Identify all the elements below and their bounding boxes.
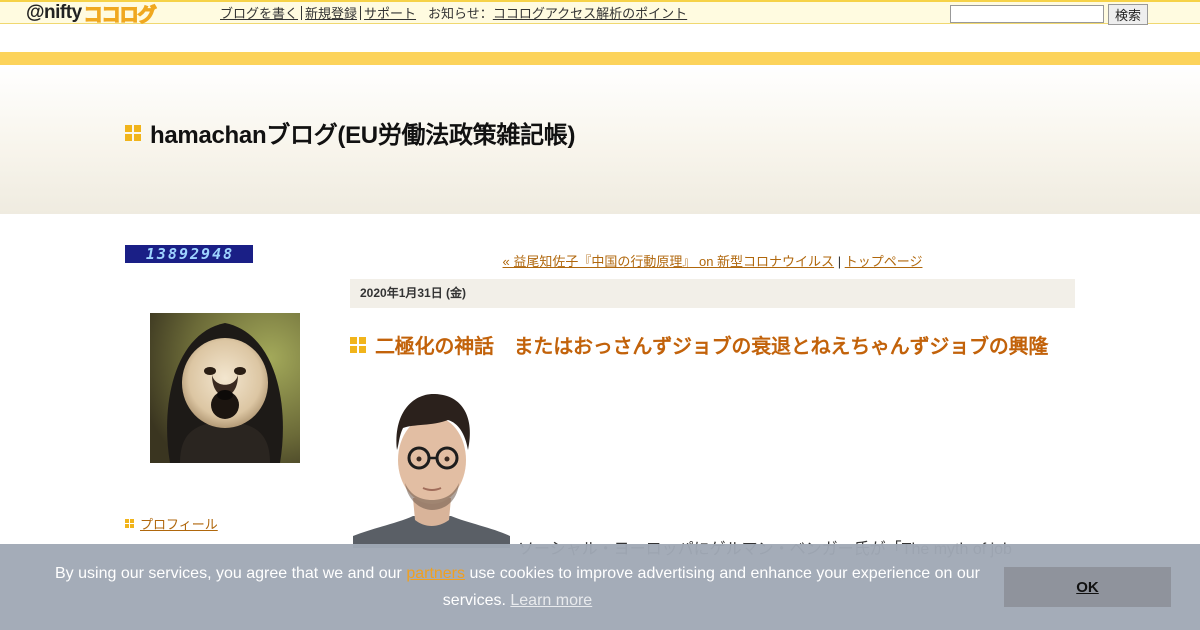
profile-link[interactable]: プロフィール — [140, 514, 218, 533]
search-button[interactable]: 検索 — [1108, 4, 1148, 25]
nav-support[interactable]: サポート — [364, 6, 416, 21]
counter-digit: 8 — [167, 245, 177, 263]
counter-digit: 9 — [201, 245, 211, 263]
cookie-consent-bar: By using our services, you agree that we… — [0, 544, 1200, 630]
nifty-top-bar: @nifty ココログ ブログを書く 新規登録 サポート お知らせ：ココログアクセス解… — [0, 0, 1200, 26]
entry-date: 2020年1月31日 (金) — [350, 279, 1075, 308]
nav-separator — [360, 6, 362, 20]
cookie-ok-button[interactable]: OK — [1004, 567, 1171, 607]
pager-separator: | — [837, 254, 842, 269]
profile-link-row: プロフィール — [125, 514, 218, 533]
counter-digit: 2 — [190, 245, 200, 263]
site-title[interactable]: hamachanブログ(EU労働法政策雑記帳) — [150, 115, 575, 150]
four-squares-icon — [125, 519, 134, 528]
access-counter: 13892948 — [125, 245, 253, 263]
nav-write-blog[interactable]: ブログを書く — [220, 6, 298, 21]
counter-digit: 3 — [156, 245, 166, 263]
counter-digit: 8 — [223, 245, 233, 263]
cookie-learn-more-link[interactable]: Learn more — [510, 592, 592, 609]
blog-header: hamachanブログ(EU労働法政策雑記帳) — [0, 65, 1200, 214]
counter-digit: 9 — [178, 245, 188, 263]
four-squares-icon — [350, 336, 366, 353]
four-squares-icon — [125, 124, 141, 141]
header-stripe — [0, 52, 1200, 65]
site-title-row: hamachanブログ(EU労働法政策雑記帳) — [125, 115, 575, 150]
top-page-link[interactable]: トップページ — [845, 254, 923, 269]
nav-separator — [301, 6, 303, 20]
entry-pager: « 益尾知佐子『中国の行動原理』 on 新型コロナウイルス | トップページ — [350, 251, 1075, 270]
counter-digit: 1 — [145, 245, 155, 263]
man-portrait-image — [353, 388, 510, 548]
logo-brand: ココログ — [83, 4, 157, 26]
logo-prefix: @nifty — [26, 2, 82, 23]
nifty-cocolog-logo[interactable]: @nifty ココログ — [26, 2, 157, 26]
search-input[interactable] — [950, 5, 1104, 23]
news-colon: ： — [479, 6, 493, 21]
prev-entry-link[interactable]: « 益尾知佐子『中国の行動原理』 on 新型コロナウイルス — [503, 254, 835, 269]
monkey-image — [150, 313, 300, 463]
counter-digit: 4 — [212, 245, 222, 263]
cookie-text-before: By using our services, you agree that we… — [55, 565, 407, 582]
news-label: お知らせ — [428, 6, 480, 21]
nav-register[interactable]: 新規登録 — [305, 6, 357, 21]
cookie-partners-link[interactable]: partners — [406, 565, 465, 582]
news-link[interactable]: ココログアクセス解析のポイント — [493, 6, 687, 21]
cookie-message: By using our services, you agree that we… — [40, 560, 995, 614]
entry-photo — [353, 388, 510, 548]
top-nav: ブログを書く 新規登録 サポート お知らせ：ココログアクセス解析のポイント — [220, 3, 687, 22]
profile-avatar — [150, 313, 300, 463]
entry-title-row: 二極化の神話 またはおっさんずジョブの衰退とねえちゃんずジョブの興隆 — [350, 330, 1048, 359]
entry-title: 二極化の神話 またはおっさんずジョブの衰退とねえちゃんずジョブの興隆 — [375, 336, 1049, 358]
